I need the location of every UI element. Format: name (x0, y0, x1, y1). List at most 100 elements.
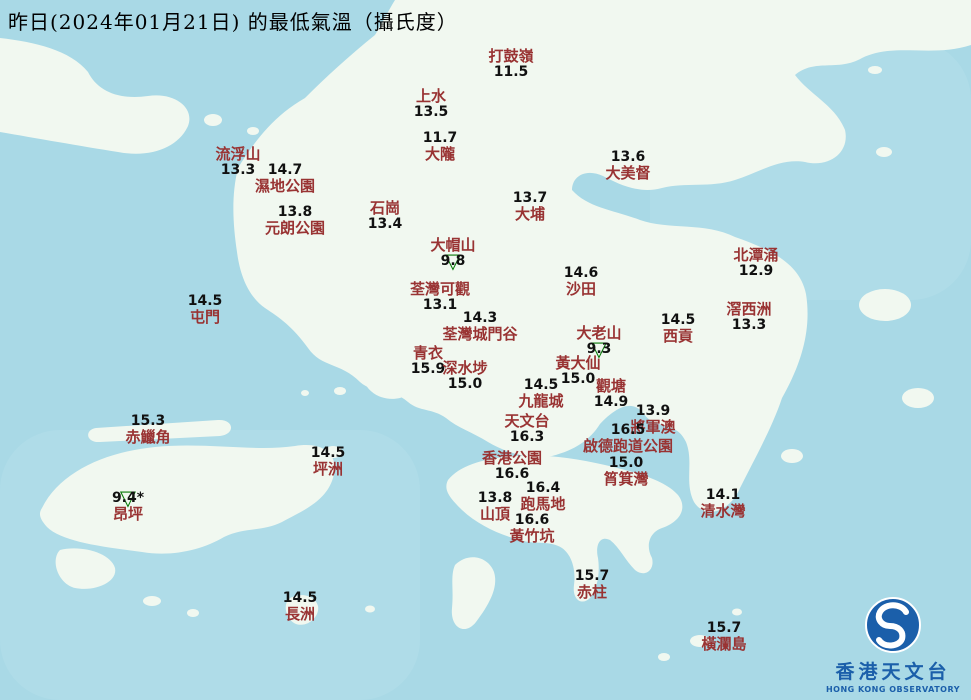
station-西貢: 14.5 西貢 (661, 312, 696, 344)
station-value: 15.7 (706, 620, 742, 636)
station-滘西洲: 滘西洲 13.3 (726, 301, 771, 333)
station-value: 14.9 (593, 394, 629, 410)
station-name: 山頂 (479, 505, 511, 523)
station-value: 16.4 (525, 480, 561, 496)
station-name: 九龍城 (518, 392, 564, 410)
station-name: 荃灣可觀 (409, 280, 471, 298)
station-name: 荃灣城門谷 (442, 325, 518, 343)
station-value: 13.8 (277, 204, 313, 220)
station-value: 15.0 (447, 376, 483, 392)
station-荃灣城門谷: 14.3 荃灣城門谷 (442, 310, 517, 342)
station-value: 13.8 (477, 490, 513, 506)
station-value: 13.5 (413, 104, 449, 120)
station-value: 14.5 (310, 445, 346, 461)
station-value: 16.5 (610, 422, 646, 438)
station-name: 沙田 (565, 280, 597, 298)
station-name: 大隴 (424, 145, 456, 163)
station-name: 赤鱲角 (125, 428, 171, 446)
station-天文台: 天文台 16.3 (504, 413, 549, 445)
station-大帽山: 大帽山 ▽ 9.8 (430, 237, 475, 272)
station-value: 14.7 (267, 162, 303, 178)
station-name: 大埔 (514, 205, 546, 223)
station-name: 筲箕灣 (603, 470, 649, 488)
station-name: 上水 (415, 87, 447, 105)
station-name: 濕地公園 (254, 177, 316, 195)
station-元朗公園: 13.8 元朗公園 (265, 204, 325, 236)
station-value: 11.5 (493, 64, 529, 80)
station-沙田: 14.6 沙田 (564, 265, 599, 297)
station-name: 坪洲 (312, 460, 344, 478)
station-name: 天文台 (504, 412, 550, 430)
station-上水: 上水 13.5 (414, 88, 449, 120)
station-name: 石崗 (369, 199, 401, 217)
station-打鼓嶺: 打鼓嶺 11.5 (488, 48, 533, 80)
station-屯門: 14.5 屯門 (188, 293, 223, 325)
station-value-text: 9.8 (440, 253, 466, 269)
station-北潭涌: 北潭涌 12.9 (733, 247, 778, 279)
station-筲箕灣: 15.0 筲箕灣 (603, 455, 648, 487)
station-石崗: 石崗 13.4 (368, 200, 403, 232)
observatory-name-chinese: 香港天文台 (835, 661, 951, 683)
station-大美督: 13.6 大美督 (605, 149, 650, 181)
station-name: 黃竹坑 (509, 527, 555, 545)
observatory-logo: 香港天文台 HONG KONG OBSERVATORY (823, 595, 963, 694)
station-name: 跑馬地 (520, 495, 566, 513)
station-name: 黃大仙 (555, 354, 601, 372)
station-value: 13.3 (220, 162, 256, 178)
station-name: 西貢 (662, 327, 694, 345)
station-value: 13.6 (610, 149, 646, 165)
station-name: 元朗公園 (264, 219, 326, 237)
station-name: 赤柱 (576, 583, 608, 601)
station-name: 長洲 (284, 605, 316, 623)
station-value: 16.3 (509, 429, 545, 445)
station-value: 15.0 (608, 455, 644, 471)
station-大埔: 13.7 大埔 (513, 190, 548, 222)
station-name: 啟德跑道公園 (582, 437, 674, 455)
station-大隴: 11.7 大隴 (423, 130, 458, 162)
station-青衣: 青衣 15.9 (411, 345, 446, 377)
station-黃竹坑: 16.6 黃竹坑 (509, 512, 554, 544)
station-name: 觀塘 (595, 377, 627, 395)
station-赤鱲角: 15.3 赤鱲角 (125, 413, 170, 445)
station-name: 清水灣 (700, 502, 746, 520)
station-跑馬地: 16.4 跑馬地 (520, 480, 565, 512)
station-name: 北潭涌 (733, 246, 779, 264)
station-value: 14.5 (523, 377, 559, 393)
station-name: 打鼓嶺 (488, 47, 534, 65)
station-value: 14.3 (462, 310, 498, 326)
station-value: 14.6 (563, 265, 599, 281)
station-香港公園: 香港公園 16.6 (482, 450, 542, 482)
station-流浮山: 流浮山 13.3 (215, 146, 260, 178)
station-昂坪: ▽ 9.4* 昂坪 (112, 488, 144, 523)
station-name: 青衣 (412, 344, 444, 362)
station-name: 滘西洲 (726, 300, 772, 318)
station-橫瀾島: 15.7 橫瀾島 (701, 620, 746, 652)
hko-minimum-temperature-map-page: 昨日(2024年01月21日) 的最低氣溫（攝氏度） 打鼓嶺 11.5 上水 13.5… (0, 0, 971, 700)
station-坪洲: 14.5 坪洲 (311, 445, 346, 477)
station-name: 屯門 (189, 308, 221, 326)
station-value: ▽ 9.8 (430, 251, 475, 272)
station-value: 13.7 (512, 190, 548, 206)
station-山頂: 13.8 山頂 (478, 490, 513, 522)
station-九龍城: 14.5 九龍城 (518, 377, 563, 409)
station-value: 11.7 (422, 130, 458, 146)
station-name: 香港公園 (481, 449, 543, 467)
station-value: 14.5 (660, 312, 696, 328)
station-赤柱: 15.7 赤柱 (575, 568, 610, 600)
station-濕地公園: 14.7 濕地公園 (255, 162, 315, 194)
observatory-name-english: HONG KONG OBSERVATORY (825, 685, 960, 694)
station-name: 流浮山 (215, 145, 261, 163)
station-長洲: 14.5 長洲 (283, 590, 318, 622)
station-value: 13.4 (367, 216, 403, 232)
station-name: 橫瀾島 (701, 635, 747, 653)
station-value: 14.5 (187, 293, 223, 309)
station-value: 15.7 (574, 568, 610, 584)
station-value: 16.6 (514, 512, 550, 528)
station-啟德跑道公園: 16.5 啟德跑道公園 (583, 422, 673, 454)
station-觀塘: 觀塘 14.9 (594, 378, 629, 410)
station-清水灣: 14.1 清水灣 (700, 487, 745, 519)
station-value: 15.9 (410, 361, 446, 377)
station-value: 12.9 (738, 263, 774, 279)
station-value: 15.3 (130, 413, 166, 429)
station-value: 13.9 (635, 403, 671, 419)
